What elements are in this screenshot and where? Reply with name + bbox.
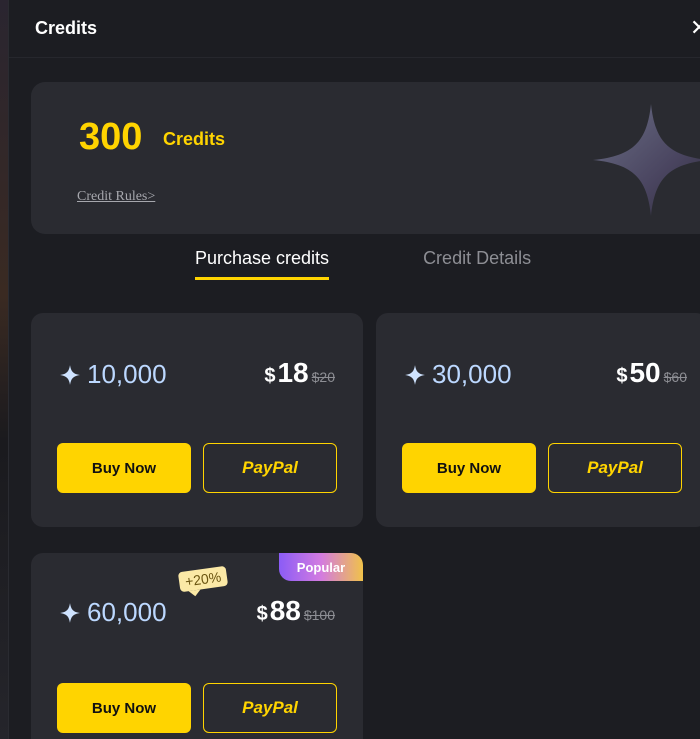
background-app-strip — [0, 0, 8, 739]
credit-balance-unit: Credits — [163, 129, 226, 149]
package-credits-amount: 10,000 — [87, 359, 167, 389]
credit-tabs: Purchase credits Credit Details — [195, 248, 531, 280]
tab-purchase-credits[interactable]: Purchase credits — [195, 248, 330, 280]
close-icon[interactable]: ✕ — [690, 16, 700, 40]
price-currency: $ — [616, 365, 628, 387]
package-credits-amount: 60,000 — [87, 597, 167, 627]
price-value: 50 — [629, 357, 661, 388]
paypal-button[interactable]: PayPal — [203, 443, 337, 493]
price-original: $100 — [303, 607, 335, 623]
buy-now-button[interactable]: Buy Now — [402, 443, 536, 493]
price-original: $60 — [663, 369, 687, 385]
price-currency: $ — [264, 365, 276, 387]
panel-title: Credits — [35, 18, 98, 38]
popular-badge: Popular — [279, 553, 363, 581]
price-value: 88 — [269, 595, 301, 626]
sparkle-star-icon — [405, 364, 425, 385]
credit-balance-card: 300 Credits Credit Rules> — [31, 82, 700, 234]
bonus-badge: +20% — [177, 565, 229, 593]
package-credits: 30,000 — [404, 359, 512, 390]
price-original: $20 — [311, 369, 335, 385]
tab-credit-details[interactable]: Credit Details — [423, 248, 531, 280]
price-currency: $ — [256, 603, 268, 625]
panel-header: Credits ✕ — [9, 0, 700, 58]
buy-now-button[interactable]: Buy Now — [57, 683, 191, 733]
package-credits: 10,000 — [59, 359, 167, 390]
credit-rules-link[interactable]: Credit Rules> — [77, 189, 155, 205]
credits-panel: Credits ✕ 300 Credits Credit Rules> Purc… — [8, 0, 700, 739]
price-value: 18 — [277, 357, 309, 388]
credit-package-card: Popular +20% 60,000 $ 88 $100 Buy Now Pa… — [31, 553, 363, 739]
sparkle-star-icon — [593, 104, 700, 216]
credit-balance-amount: 300 — [79, 116, 143, 158]
package-price: $ 50 $60 — [616, 357, 687, 389]
credit-package-card: 30,000 $ 50 $60 Buy Now PayPal — [376, 313, 700, 527]
sparkle-star-icon — [60, 364, 80, 385]
package-price: $ 88 $100 — [257, 595, 335, 627]
package-credits: 60,000 — [59, 597, 167, 628]
paypal-button[interactable]: PayPal — [548, 443, 682, 493]
sparkle-star-icon — [60, 602, 80, 623]
paypal-button[interactable]: PayPal — [203, 683, 337, 733]
credit-package-card: 10,000 $ 18 $20 Buy Now PayPal — [31, 313, 363, 527]
buy-now-button[interactable]: Buy Now — [57, 443, 191, 493]
package-credits-amount: 30,000 — [432, 359, 512, 389]
package-price: $ 18 $20 — [264, 357, 335, 389]
